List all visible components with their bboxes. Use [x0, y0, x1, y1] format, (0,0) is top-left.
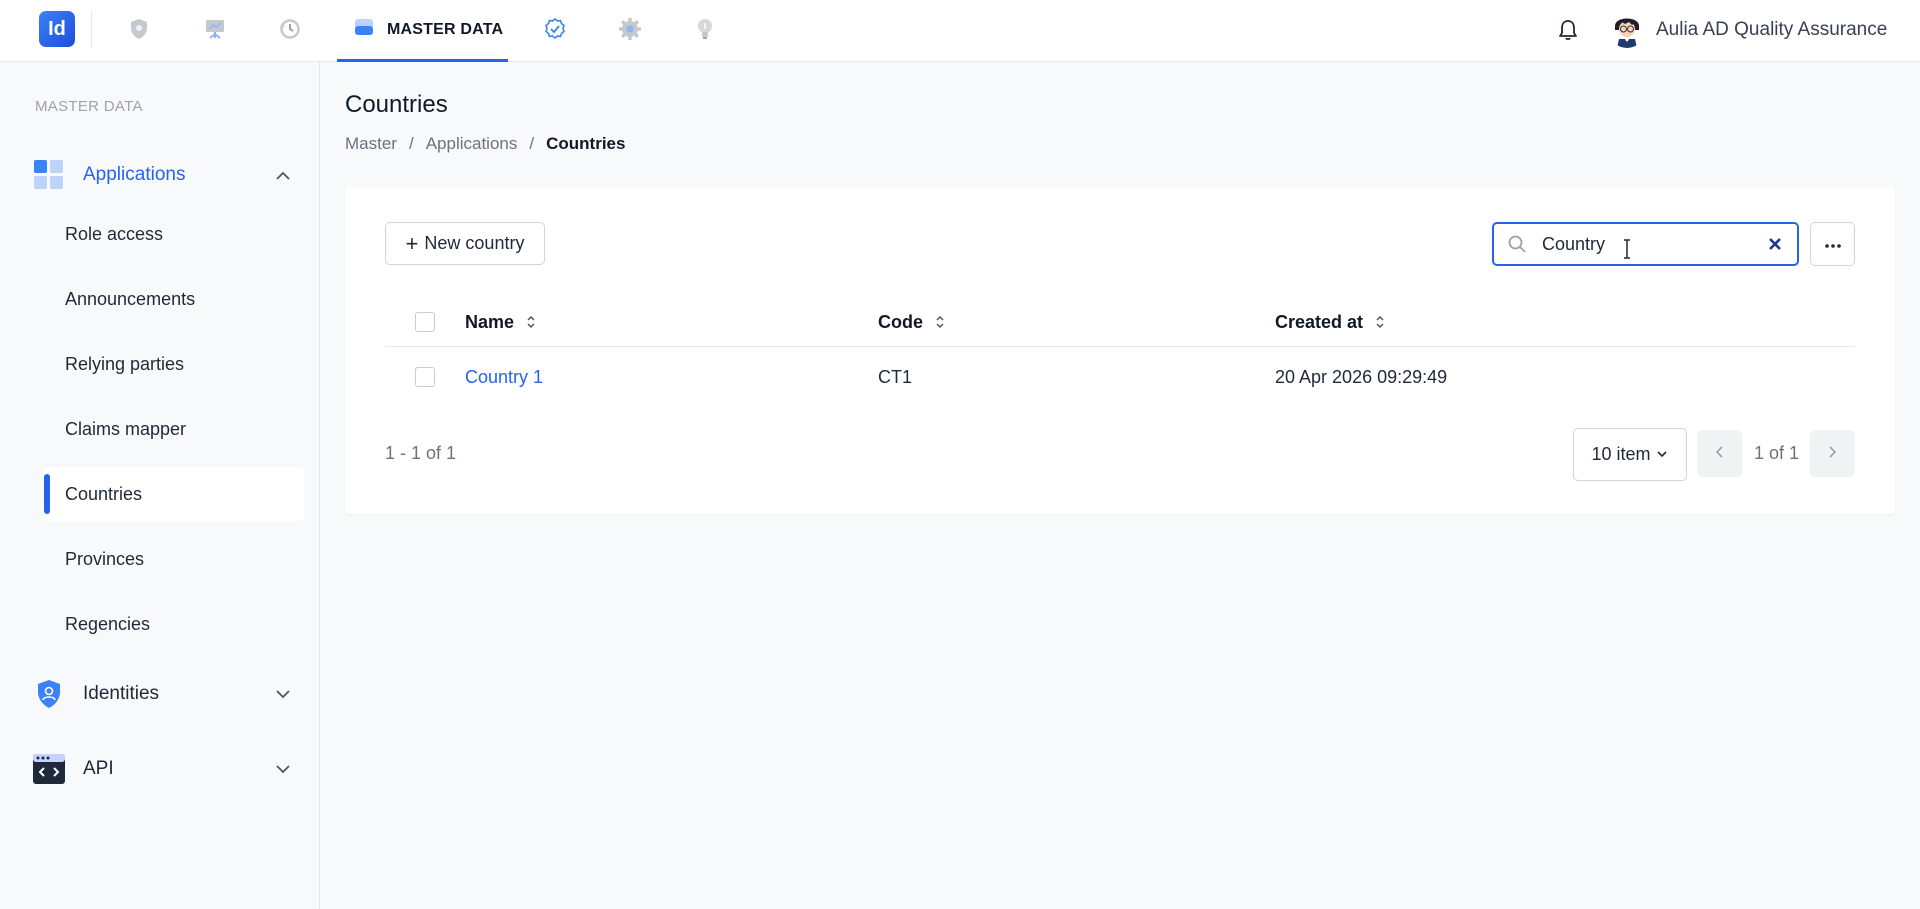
- more-options-button[interactable]: [1810, 222, 1855, 266]
- breadcrumb-separator: /: [408, 134, 414, 153]
- sidebar-item-relying-parties[interactable]: Relying parties: [44, 337, 304, 391]
- breadcrumb-master[interactable]: Master: [345, 134, 397, 154]
- page-info: 1 of 1: [1754, 443, 1800, 463]
- gear-icon[interactable]: [615, 14, 645, 44]
- chevron-down-icon[interactable]: [273, 759, 293, 779]
- topbar-divider: [91, 10, 92, 48]
- page-title: Countries: [345, 91, 448, 118]
- country-name-link[interactable]: Country 1: [465, 347, 543, 407]
- sort-icon[interactable]: [1375, 314, 1385, 330]
- chevron-down-icon: [1656, 449, 1669, 461]
- table-row: Country 1 CT1 20 Apr 2026 09:29:49: [385, 347, 1855, 407]
- column-header-code[interactable]: Code: [878, 297, 945, 347]
- breadcrumb-current: Countries: [546, 134, 626, 153]
- countries-card: + New country Name Code: [345, 187, 1895, 514]
- new-country-label: New country: [424, 233, 525, 253]
- breadcrumb: Master / Applications / Countries: [345, 134, 625, 154]
- plus-icon: +: [405, 230, 419, 256]
- pagination-range: 1 - 1 of 1: [385, 443, 457, 463]
- chevron-right-icon: [1829, 445, 1837, 463]
- sidebar-group-label: Identities: [83, 683, 160, 704]
- sidebar-group-identities[interactable]: Identities: [33, 676, 293, 712]
- apps-grid-icon: [33, 159, 65, 191]
- sidebar-group-api[interactable]: API: [33, 751, 293, 787]
- tab-label: MASTER DATA: [387, 20, 504, 38]
- user-name[interactable]: Aulia AD Quality Assurance: [1656, 19, 1887, 41]
- select-all-checkbox[interactable]: [415, 312, 435, 332]
- row-checkbox[interactable]: [415, 367, 435, 387]
- top-nav-bar: Id MASTER DATA Aulia AD Quality Assuranc…: [0, 0, 1920, 62]
- sidebar-item-countries[interactable]: Countries: [44, 467, 304, 521]
- breadcrumb-separator: /: [529, 134, 535, 153]
- sort-icon[interactable]: [526, 314, 536, 330]
- tab-master-data[interactable]: MASTER DATA: [337, 0, 508, 62]
- clear-search-icon[interactable]: [1765, 234, 1785, 254]
- column-header-name[interactable]: Name: [465, 297, 536, 347]
- bell-icon[interactable]: [1554, 16, 1582, 44]
- page-size-label: 10 item: [1591, 444, 1651, 464]
- previous-page-button[interactable]: [1697, 430, 1742, 477]
- lightbulb-icon[interactable]: [690, 14, 720, 44]
- sidebar-item-announcements[interactable]: Announcements: [44, 272, 304, 326]
- sidebar: MASTER DATA Applications Role access Ann…: [0, 62, 320, 909]
- country-code: CT1: [878, 366, 913, 387]
- chevron-left-icon: [1715, 445, 1723, 463]
- new-country-button[interactable]: + New country: [385, 222, 545, 265]
- sidebar-item-claims-mapper[interactable]: Claims mapper: [44, 402, 304, 456]
- chevron-down-icon[interactable]: [273, 684, 293, 704]
- column-label: Name: [465, 311, 515, 332]
- badge-check-icon[interactable]: [540, 14, 570, 44]
- column-label: Created at: [1275, 311, 1364, 332]
- sidebar-item-role-access[interactable]: Role access: [44, 207, 304, 261]
- search-field[interactable]: [1492, 222, 1799, 266]
- presentation-icon[interactable]: [200, 14, 230, 44]
- text-cursor-icon: [1622, 239, 1632, 259]
- identity-shield-icon: [33, 678, 65, 710]
- avatar[interactable]: [1608, 10, 1646, 48]
- history-icon[interactable]: [275, 14, 305, 44]
- breadcrumb-applications[interactable]: Applications: [426, 134, 518, 154]
- next-page-button[interactable]: [1810, 430, 1855, 477]
- app-logo[interactable]: Id: [39, 11, 75, 47]
- sidebar-item-provinces[interactable]: Provinces: [44, 532, 304, 586]
- table-header: Name Code Created at: [385, 297, 1855, 347]
- sidebar-group-label: Applications: [83, 164, 186, 185]
- chevron-up-icon[interactable]: [273, 165, 293, 185]
- column-header-created-at[interactable]: Created at: [1275, 297, 1385, 347]
- sidebar-item-regencies[interactable]: Regencies: [44, 597, 304, 651]
- sidebar-group-applications[interactable]: Applications: [33, 157, 293, 193]
- sidebar-heading: MASTER DATA: [35, 98, 143, 115]
- shield-icon[interactable]: [124, 14, 154, 44]
- sidebar-group-label: API: [83, 758, 114, 779]
- search-icon: [1506, 233, 1528, 255]
- country-created-at: 20 Apr 2026 09:29:49: [1275, 366, 1448, 387]
- page-size-select[interactable]: 10 item: [1573, 428, 1687, 481]
- database-icon: [353, 16, 375, 43]
- ellipsis-icon: [1824, 235, 1841, 253]
- sort-icon[interactable]: [935, 314, 945, 330]
- search-input[interactable]: [1542, 233, 1752, 255]
- column-label: Code: [878, 311, 923, 332]
- code-window-icon: [33, 753, 65, 785]
